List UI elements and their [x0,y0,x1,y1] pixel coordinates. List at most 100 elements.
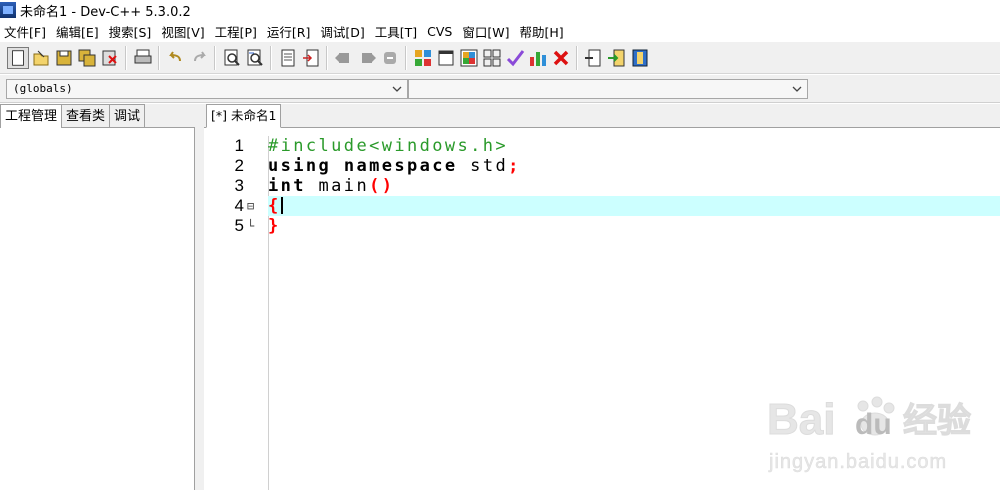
line-number: 4 [234,196,244,215]
fold-end-marker: └ [247,219,255,233]
back-button[interactable] [333,47,355,69]
rebuild-button[interactable] [481,47,503,69]
new-file-button[interactable] [6,46,29,69]
delete-icon [553,50,568,65]
title-bar[interactable]: 未命名1 - Dev-C++ 5.3.0.2 [0,0,1000,20]
menu-item-4[interactable]: 工程[P] [211,22,263,41]
combo-bar: (globals) [0,75,1000,103]
open-file-icon [33,50,48,65]
editor-tab-untitled1[interactable]: [*] 未命名1 [206,104,282,128]
panel-tab-2[interactable]: 调试 [109,104,146,127]
baidu-logo: Bai du 经验 jingyan.baidu.com [767,395,972,474]
syntax-check-button[interactable] [504,47,526,69]
replace-button[interactable] [244,47,266,69]
stop-button[interactable] [379,47,401,69]
watermark-brand2: du [855,408,892,441]
compile-button[interactable] [412,47,434,69]
save-button[interactable] [53,47,75,69]
code-line[interactable]: #include<windows.h> [268,136,1000,156]
line-number: 2 [234,156,244,175]
project-options-button[interactable] [629,47,651,69]
project-panel: 工程管理 查看类 调试 [0,104,195,490]
save-icon [56,50,71,65]
toolbar-separator [270,45,272,70]
code-line[interactable]: int main() [268,176,1000,196]
code-token: main [305,176,370,196]
menu-item-0[interactable]: 文件[F] [0,22,52,41]
run-icon [438,50,453,65]
code-token: #include<windows.h> [268,136,509,156]
forward-button[interactable] [356,47,378,69]
panel-tab-1[interactable]: 查看类 [61,104,111,127]
new-file-icon [11,49,24,66]
code-line[interactable]: { [268,196,1000,216]
menu-item-10[interactable]: 帮助[H] [516,22,570,41]
code-token: using [268,156,332,176]
open-file-button[interactable] [30,47,52,69]
chevron-down-icon [392,86,402,92]
chart-button[interactable] [527,47,549,69]
redo-icon [193,50,206,61]
insert-icon [584,49,600,66]
undo-icon [168,50,181,61]
save-all-button[interactable] [76,47,98,69]
compile-run-icon [460,49,477,66]
insert-button[interactable] [583,47,605,69]
toggle-bookmark-button[interactable] [277,47,299,69]
editor-tabs: [*] 未命名1 [204,104,1000,128]
toolbar-separator [405,45,407,70]
menu-item-7[interactable]: 工具[T] [371,22,423,41]
goto-line-button[interactable] [300,47,322,69]
toolbar-separator [326,45,328,70]
chevron-down-icon [792,86,802,92]
print-button[interactable] [132,47,154,69]
stop-icon [383,51,396,64]
watermark-suffix: 经验 [903,401,971,441]
project-options-icon [632,49,647,66]
menu-item-8[interactable]: CVS [423,24,458,39]
toolbar [0,42,1000,74]
save-all-icon [78,49,95,66]
menu-item-2[interactable]: 搜索[S] [105,22,158,41]
toolbar-separator [125,45,127,70]
close-file-button[interactable] [99,47,121,69]
code-line[interactable]: } [268,216,1000,236]
code-token: () [369,176,395,196]
project-panel-tabs: 工程管理 查看类 调试 [0,104,195,129]
print-icon [134,49,151,63]
compile-icon [414,49,431,66]
code-line[interactable]: using namespace std; [268,156,1000,176]
fold-toggle-icon[interactable]: ⊟ [247,196,259,216]
delete-button[interactable] [550,47,572,69]
syntax-check-icon [506,49,524,66]
line-number: 1 [234,136,244,155]
undo-button[interactable] [165,47,187,69]
export-button[interactable] [606,47,628,69]
panel-tab-0[interactable]: 工程管理 [0,104,63,129]
find-button[interactable] [221,47,243,69]
members-combo[interactable] [408,79,808,99]
code-token: } [268,216,281,236]
project-tree[interactable] [0,128,195,490]
menu-item-3[interactable]: 视图[V] [157,22,210,41]
redo-button[interactable] [188,47,210,69]
scope-combo[interactable]: (globals) [6,79,408,99]
line-number: 5 [234,216,244,235]
panel-splitter[interactable] [195,104,204,490]
find-icon [224,49,240,66]
menu-item-6[interactable]: 调试[D] [316,22,370,41]
text-caret [280,197,283,214]
run-button[interactable] [435,47,457,69]
line-gutter: 1 2 3 4 ⊟ 5 └ [204,136,269,490]
menu-item-5[interactable]: 运行[R] [263,22,316,41]
code-token: ; [508,156,521,176]
window-title: 未命名1 - Dev-C++ 5.3.0.2 [20,4,191,20]
code-token: int [268,176,306,196]
chart-icon [529,51,546,66]
toolbar-separator [158,45,160,70]
menu-item-1[interactable]: 编辑[E] [52,22,105,41]
watermark-brand: Bai [767,395,835,444]
compile-run-button[interactable] [458,47,480,69]
menu-item-9[interactable]: 窗口[W] [458,22,515,41]
code-token: { [268,196,281,216]
